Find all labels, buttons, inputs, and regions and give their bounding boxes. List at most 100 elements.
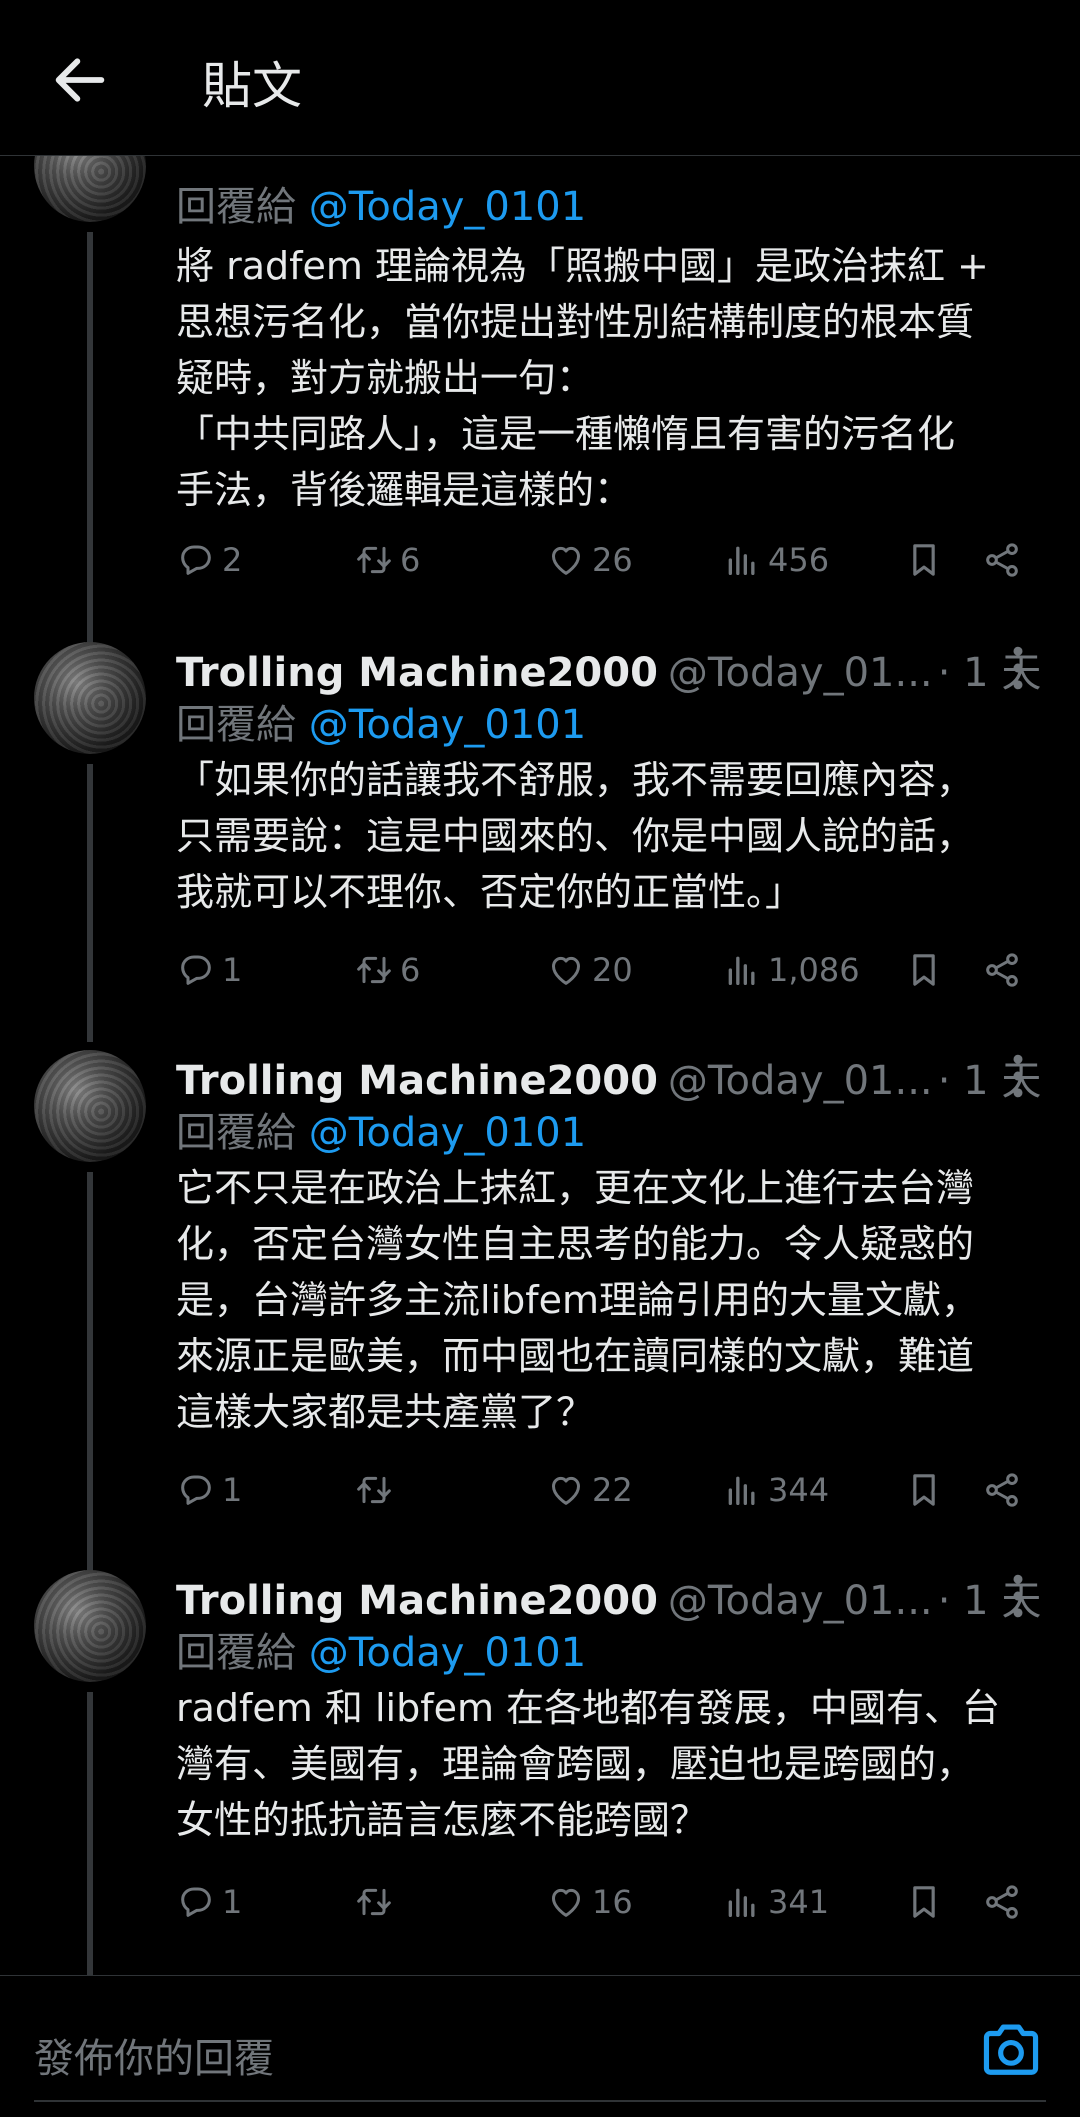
share-icon <box>982 540 1022 580</box>
avatar[interactable] <box>34 642 146 754</box>
thread-line <box>87 1172 93 1622</box>
camera-icon[interactable] <box>980 2020 1042 2078</box>
top-header: 貼文 <box>0 0 1080 156</box>
views-chart-icon <box>722 1470 762 1510</box>
display-name[interactable]: Trolling Machine2000 <box>176 1058 658 1104</box>
reply-handle-link[interactable]: @Today_0101 <box>309 702 586 748</box>
retweet-button[interactable] <box>354 1872 400 1932</box>
bookmark-icon <box>904 1882 944 1922</box>
display-name[interactable]: Trolling Machine2000 <box>176 650 658 696</box>
reply-handle-link[interactable]: @Today_0101 <box>309 1630 586 1676</box>
reply-button[interactable]: 1 <box>176 1872 242 1932</box>
reply-composer: 發佈你的回覆 <box>0 1975 1080 2117</box>
tweet-actions: 1 16 341 <box>176 1872 1036 1932</box>
reply-icon <box>176 1470 216 1510</box>
bookmark-button[interactable] <box>904 1460 950 1520</box>
share-button[interactable] <box>982 530 1028 590</box>
bookmark-button[interactable] <box>904 940 950 1000</box>
like-button[interactable]: 26 <box>546 530 633 590</box>
share-icon <box>982 1470 1022 1510</box>
share-button[interactable] <box>982 940 1028 1000</box>
more-options-icon[interactable] <box>1000 1048 1036 1104</box>
tweet-text: 將 radfem 理論視為「照搬中國」是政治抹紅 + 思想污名化，當你提出對性別… <box>176 244 989 512</box>
tweet-actions: 2 6 26 456 <box>176 530 1036 590</box>
like-button[interactable]: 20 <box>546 940 633 1000</box>
reply-to-line: 回覆給 @Today_0101 <box>176 174 586 232</box>
display-name[interactable]: Trolling Machine2000 <box>176 1578 658 1624</box>
bookmark-icon <box>904 950 944 990</box>
reply-to-line: 回覆給 @Today_0101 <box>176 1620 586 1678</box>
reply-count: 1 <box>222 1471 243 1509</box>
bookmark-icon <box>904 540 944 580</box>
reply-prefix: 回覆給 <box>176 1110 296 1156</box>
views-button[interactable]: 344 <box>722 1460 829 1520</box>
retweet-count: 6 <box>400 951 421 989</box>
bookmark-button[interactable] <box>904 1872 950 1932</box>
share-button[interactable] <box>982 1460 1028 1520</box>
retweet-icon <box>354 950 394 990</box>
reply-count: 2 <box>222 541 243 579</box>
reply-handle-link[interactable]: @Today_0101 <box>309 1110 586 1156</box>
views-button[interactable]: 341 <box>722 1872 829 1932</box>
retweet-count: 6 <box>400 541 421 579</box>
user-handle[interactable]: @Today_01... <box>668 650 933 696</box>
reply-input-underline <box>34 2100 1046 2102</box>
views-chart-icon <box>722 950 762 990</box>
retweet-button[interactable]: 6 <box>354 940 420 1000</box>
like-count: 26 <box>592 541 633 579</box>
thread-line <box>87 1692 93 1975</box>
tweet-text: radfem 和 libfem 在各地都有發展，中國有、台 灣有、美國有，理論會… <box>176 1686 1001 1842</box>
view-count: 456 <box>768 541 830 579</box>
thread-line <box>87 764 93 1042</box>
reply-icon <box>176 540 216 580</box>
view-count: 1,086 <box>768 951 860 989</box>
tweet-header: Trolling Machine2000 @Today_01... · 1 天 <box>176 640 1056 696</box>
tweet-text: 它不只是在政治上抹紅，更在文化上進行去台灣 化，否定台灣女性自主思考的能力。令人… <box>176 1166 980 1434</box>
reply-prefix: 回覆給 <box>176 702 296 748</box>
reply-input[interactable]: 發佈你的回覆 <box>34 2026 274 2084</box>
bookmark-button[interactable] <box>904 530 950 590</box>
reply-count: 1 <box>222 1883 243 1921</box>
page-title: 貼文 <box>202 57 302 115</box>
retweet-button[interactable]: 6 <box>354 530 420 590</box>
thread-feed: 回覆給 @Today_0101 將 radfem 理論視為「照搬中國」是政治抹紅… <box>0 0 1080 1975</box>
reply-handle-link[interactable]: @Today_0101 <box>309 184 586 230</box>
like-button[interactable]: 22 <box>546 1460 633 1520</box>
reply-to-line: 回覆給 @Today_0101 <box>176 1100 586 1158</box>
views-button[interactable]: 456 <box>722 530 829 590</box>
like-count: 16 <box>592 1883 633 1921</box>
views-button[interactable]: 1,086 <box>722 940 860 1000</box>
like-count: 22 <box>592 1471 633 1509</box>
share-button[interactable] <box>982 1872 1028 1932</box>
retweet-icon <box>354 540 394 580</box>
share-icon <box>982 950 1022 990</box>
tweet-header: Trolling Machine2000 @Today_01... · 1 天 <box>176 1048 1056 1104</box>
bookmark-icon <box>904 1470 944 1510</box>
like-button[interactable]: 16 <box>546 1872 633 1932</box>
more-options-icon[interactable] <box>1000 1568 1036 1624</box>
heart-icon <box>546 950 586 990</box>
tweet-actions: 1 22 344 <box>176 1460 1036 1520</box>
avatar[interactable] <box>34 1570 146 1682</box>
views-chart-icon <box>722 1882 762 1922</box>
user-handle[interactable]: @Today_01... <box>668 1058 933 1104</box>
retweet-icon <box>354 1882 394 1922</box>
retweet-button[interactable] <box>354 1460 400 1520</box>
heart-icon <box>546 1882 586 1922</box>
heart-icon <box>546 540 586 580</box>
reply-button[interactable]: 1 <box>176 1460 242 1520</box>
reply-button[interactable]: 1 <box>176 940 242 1000</box>
avatar[interactable] <box>34 1050 146 1162</box>
share-icon <box>982 1882 1022 1922</box>
back-arrow-icon[interactable] <box>48 48 112 112</box>
like-count: 20 <box>592 951 633 989</box>
reply-icon <box>176 950 216 990</box>
tweet-text: 「如果你的話讓我不舒服，我不需要回應內容， 只需要說：這是中國來的、你是中國人說… <box>176 758 975 914</box>
reply-button[interactable]: 2 <box>176 530 242 590</box>
user-handle[interactable]: @Today_01... <box>668 1578 933 1624</box>
reply-to-line: 回覆給 @Today_0101 <box>176 692 586 750</box>
reply-prefix: 回覆給 <box>176 184 296 230</box>
reply-count: 1 <box>222 951 243 989</box>
retweet-icon <box>354 1470 394 1510</box>
more-options-icon[interactable] <box>1000 640 1036 696</box>
